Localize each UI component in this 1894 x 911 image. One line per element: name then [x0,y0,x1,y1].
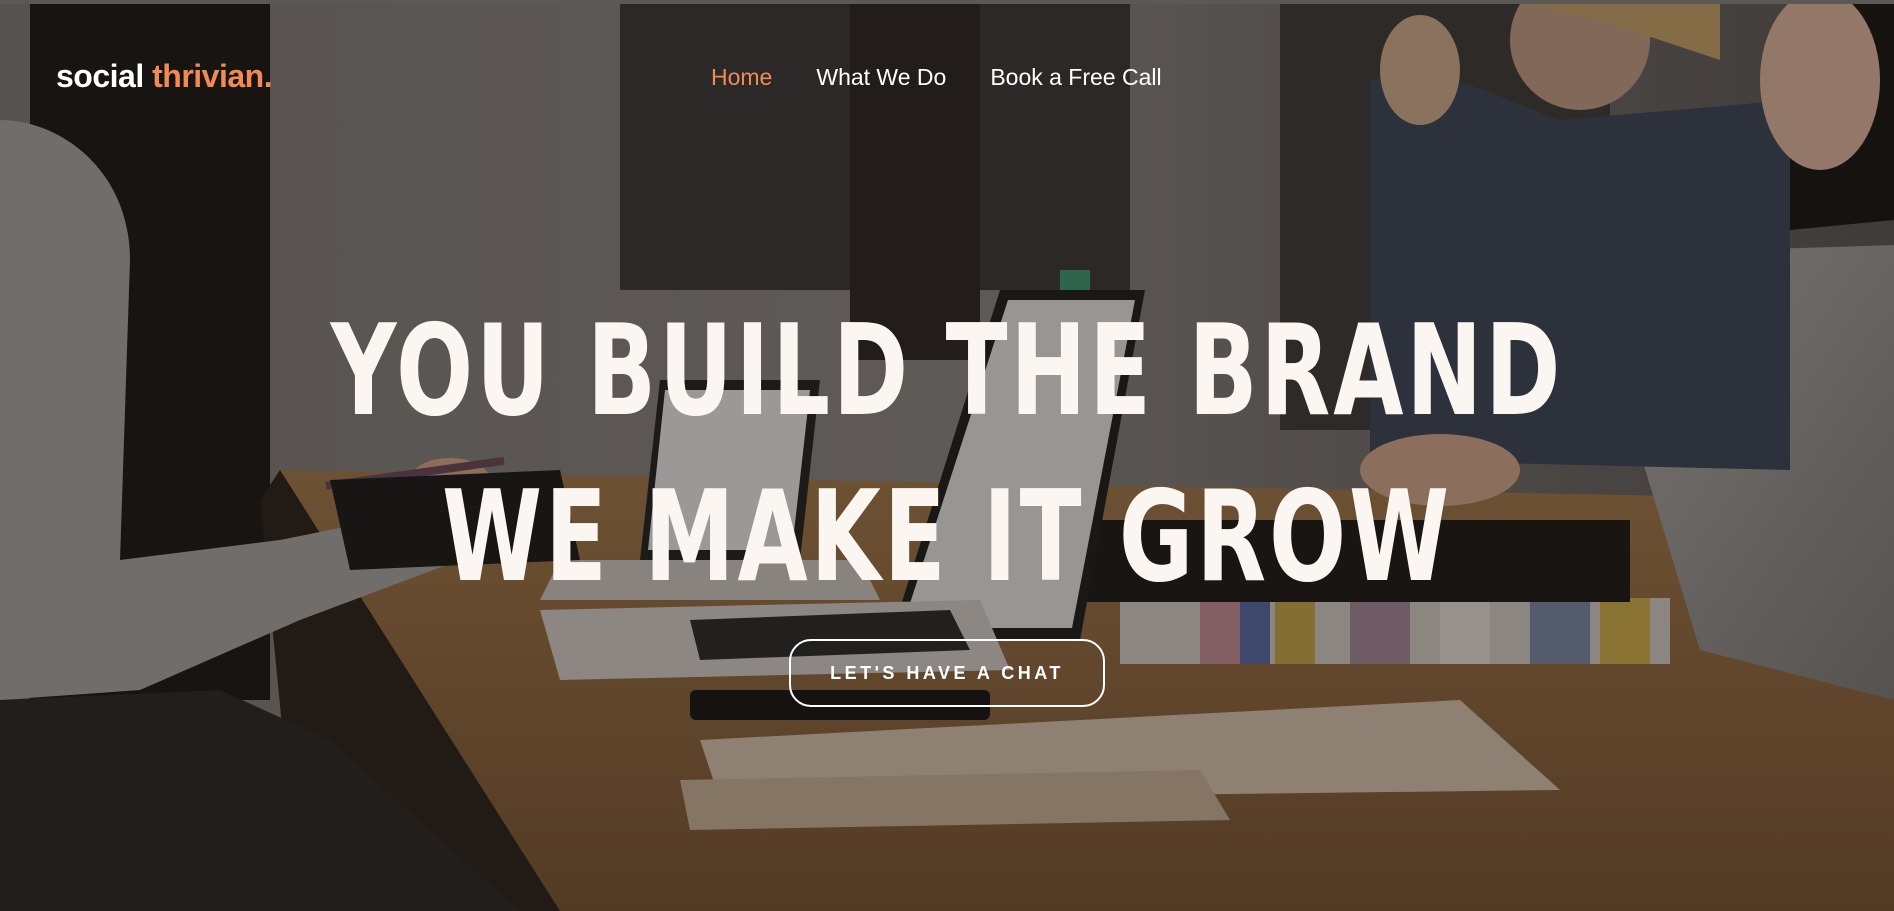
lets-chat-button[interactable]: LET'S HAVE A CHAT [789,639,1105,707]
site-header: social thrivian. Home What We Do Book a … [0,0,1894,160]
hero-headline-line1: YOU BUILD THE BRAND [330,297,1564,444]
hero-section: social thrivian. Home What We Do Book a … [0,0,1894,911]
nav-item-book-free-call[interactable]: Book a Free Call [990,64,1161,91]
brand-logo-part2: thrivian. [152,58,273,94]
nav-item-home[interactable]: Home [711,64,772,91]
brand-logo-part1: social [56,58,144,94]
hero-headline-line2: WE MAKE IT GROW [442,463,1452,610]
main-nav: Home What We Do Book a Free Call [711,64,1162,91]
hero-headline: YOU BUILD THE BRAND WE MAKE IT GROW [265,288,1629,620]
nav-item-what-we-do[interactable]: What We Do [816,64,946,91]
brand-logo[interactable]: social thrivian. [56,58,273,95]
